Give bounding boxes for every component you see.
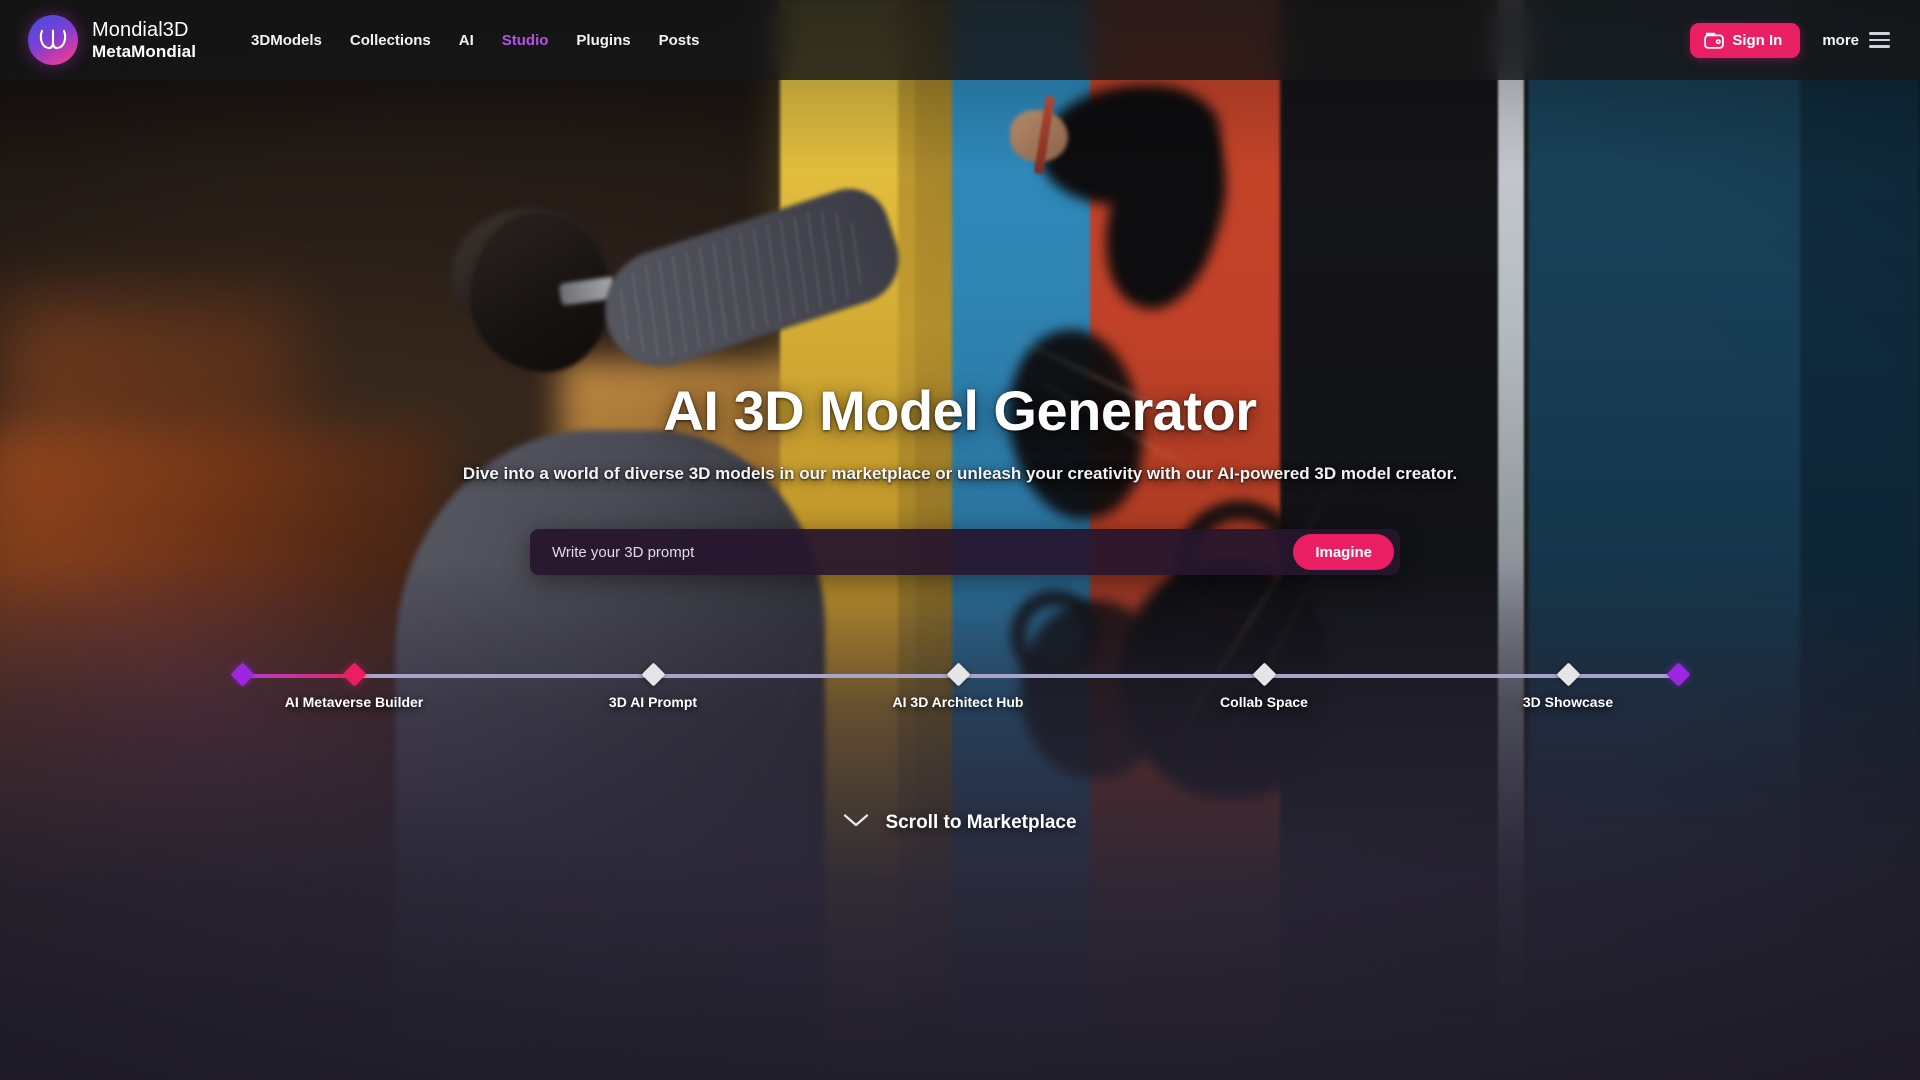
brand-subtitle: MetaMondial: [92, 41, 197, 61]
mondial-circle-logo-icon: [28, 15, 78, 65]
nav-item-posts[interactable]: Posts: [659, 32, 700, 49]
more-menu-button[interactable]: more: [1822, 32, 1890, 49]
nav-item-3dmodels[interactable]: 3DModels: [251, 32, 322, 49]
prompt-input[interactable]: [530, 529, 1294, 575]
timeline-label-3d-showcase[interactable]: 3D Showcase: [1523, 694, 1613, 710]
prompt-bar: Imagine: [530, 529, 1400, 575]
nav-item-plugins[interactable]: Plugins: [576, 32, 630, 49]
timeline-label-3d-ai-prompt[interactable]: 3D AI Prompt: [609, 694, 697, 710]
timeline-label-collab-space[interactable]: Collab Space: [1220, 694, 1308, 710]
nav-item-ai[interactable]: AI: [459, 32, 474, 49]
feature-timeline-slider[interactable]: AI Metaverse Builder 3D AI Prompt AI 3D …: [229, 660, 1691, 710]
timeline-node-start[interactable]: [229, 661, 255, 687]
brand-logo-link[interactable]: Mondial3D MetaMondial: [28, 15, 196, 65]
header-actions: Sign In more: [1690, 22, 1890, 58]
nav-item-studio[interactable]: Studio: [502, 32, 549, 49]
imagine-button[interactable]: Imagine: [1293, 534, 1394, 570]
hero-subtitle: Dive into a world of diverse 3D models i…: [462, 464, 1458, 483]
hamburger-menu-icon: [1869, 32, 1890, 48]
timeline-node-ai-3d-architect-hub[interactable]: [945, 661, 971, 687]
timeline-node-ai-metaverse-builder[interactable]: [341, 661, 367, 687]
timeline-node-3d-showcase[interactable]: [1555, 661, 1581, 687]
site-header: Mondial3D MetaMondial 3DModels Collectio…: [0, 0, 1920, 80]
more-label: more: [1822, 31, 1859, 49]
wallet-icon: [1704, 32, 1725, 49]
timeline-node-collab-space[interactable]: [1251, 661, 1277, 687]
timeline-node-3d-ai-prompt[interactable]: [640, 661, 666, 687]
timeline-label-ai-3d-architect-hub[interactable]: AI 3D Architect Hub: [893, 694, 1024, 710]
nav-item-collections[interactable]: Collections: [350, 32, 431, 49]
timeline-track-fill: [242, 674, 354, 678]
sign-in-button[interactable]: Sign In: [1690, 22, 1801, 58]
timeline-label-ai-metaverse-builder[interactable]: AI Metaverse Builder: [285, 694, 424, 710]
brand-name: Mondial3D: [92, 19, 189, 42]
brand-text: Mondial3D MetaMondial: [92, 19, 196, 60]
chevron-down-icon: [843, 813, 869, 833]
page-title: AI 3D Model Generator: [663, 379, 1257, 442]
sign-in-label: Sign In: [1732, 31, 1783, 49]
scroll-cta-label: Scroll to Marketplace: [885, 812, 1077, 833]
timeline-node-end[interactable]: [1665, 661, 1691, 687]
scroll-to-marketplace-button[interactable]: Scroll to Marketplace: [0, 812, 1920, 834]
main-navigation: 3DModels Collections AI Studio Plugins P…: [251, 32, 699, 49]
